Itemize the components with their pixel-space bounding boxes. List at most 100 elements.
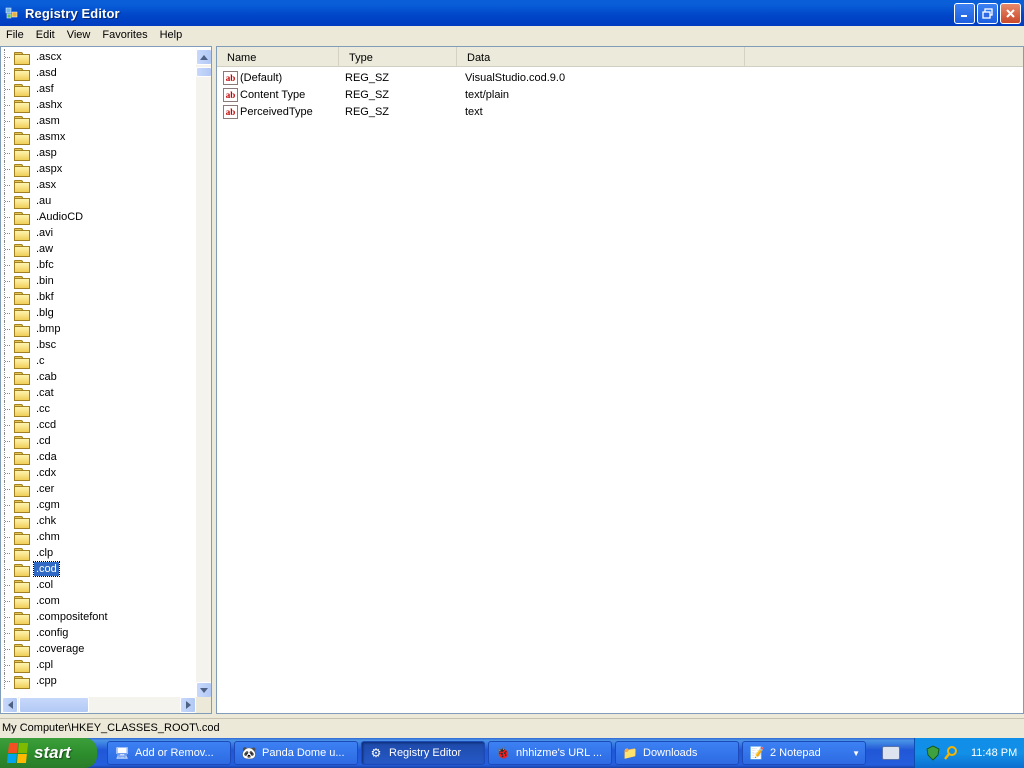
close-icon	[1006, 9, 1015, 18]
tree-item[interactable]: .com	[1, 593, 195, 609]
tree-item-label: .cer	[36, 483, 55, 495]
values-list-pane[interactable]: Name Type Data ab (Default) REG_SZ Visual…	[216, 46, 1024, 714]
taskbar-button[interactable]: 📁 Downloads	[615, 741, 739, 765]
list-item[interactable]: ab Content Type REG_SZ text/plain	[217, 86, 1023, 103]
tree-item[interactable]: .ashx	[1, 97, 195, 113]
tree-item[interactable]: .cpp	[1, 673, 195, 689]
tree-item[interactable]: .asf	[1, 81, 195, 97]
tree-vertical-scrollbar[interactable]	[196, 49, 211, 698]
folder-icon	[13, 355, 30, 369]
tree-item[interactable]: .bkf	[1, 289, 195, 305]
tree-item[interactable]: .bmp	[1, 321, 195, 337]
tree-item[interactable]: .asmx	[1, 129, 195, 145]
menu-view[interactable]: View	[61, 29, 97, 41]
list-item[interactable]: ab (Default) REG_SZ VisualStudio.cod.9.0	[217, 69, 1023, 86]
shield-icon[interactable]	[925, 745, 941, 761]
tree-item[interactable]: .aspx	[1, 161, 195, 177]
tree-item[interactable]: .cd	[1, 433, 195, 449]
url-icon: 🐞	[495, 746, 511, 760]
folder-icon	[13, 307, 30, 321]
tree-item[interactable]: .chk	[1, 513, 195, 529]
scroll-right-button[interactable]	[180, 697, 196, 713]
tree-item[interactable]: .bfc	[1, 257, 195, 273]
tree-item-label: .bsc	[36, 339, 57, 351]
registry-tree-pane[interactable]: .ascx .asd .asf .ashx .asm .asmx .asp .aspx .asx…	[0, 46, 212, 714]
chevron-down-icon	[200, 687, 208, 693]
tree-item[interactable]: .ccd	[1, 417, 195, 433]
tree-connector	[4, 513, 12, 529]
folder-icon	[13, 339, 30, 353]
menu-help[interactable]: Help	[154, 29, 189, 41]
menu-favorites[interactable]: Favorites	[96, 29, 153, 41]
scroll-up-button[interactable]	[196, 49, 211, 65]
close-button[interactable]	[1000, 3, 1021, 24]
tree-item[interactable]: .ascx	[1, 49, 195, 65]
menu-edit[interactable]: Edit	[30, 29, 61, 41]
tree-item[interactable]: .compositefont	[1, 609, 195, 625]
keyboard-language-icon[interactable]	[882, 746, 900, 760]
folder-icon	[13, 419, 30, 433]
tree-item-label: .aw	[36, 243, 54, 255]
scroll-left-button[interactable]	[2, 697, 18, 713]
tree-item[interactable]: .blg	[1, 305, 195, 321]
tree-item[interactable]: .bin	[1, 273, 195, 289]
menu-file[interactable]: File	[0, 29, 30, 41]
column-header-type[interactable]: Type	[339, 47, 457, 67]
taskbar-button[interactable]: 🖥 Add or Remov...	[107, 741, 231, 765]
scroll-down-button[interactable]	[196, 682, 211, 698]
tree-item[interactable]: .col	[1, 577, 195, 593]
horizontal-scroll-thumb[interactable]	[19, 697, 89, 713]
tree-item-label: .aspx	[36, 163, 63, 175]
tree-item[interactable]: .asx	[1, 177, 195, 193]
tree-item[interactable]: .cab	[1, 369, 195, 385]
folder-icon	[13, 483, 30, 497]
tree-item[interactable]: .cpl	[1, 657, 195, 673]
tree-item[interactable]: .c	[1, 353, 195, 369]
tree-item[interactable]: .avi	[1, 225, 195, 241]
tree-item[interactable]: .asp	[1, 145, 195, 161]
column-header-name[interactable]: Name	[217, 47, 339, 67]
tree-connector	[4, 337, 12, 353]
tree-horizontal-scrollbar[interactable]	[2, 697, 196, 713]
taskbar-button[interactable]: 🐼 Panda Dome u...	[234, 741, 358, 765]
tree-item[interactable]: .cod	[1, 561, 195, 577]
taskbar-button-label: Panda Dome u...	[262, 747, 345, 759]
tree-item[interactable]: .coverage	[1, 641, 195, 657]
tree-item-label: .avi	[36, 227, 54, 239]
taskbar-button[interactable]: 📝 2 Notepad ▼	[742, 741, 866, 765]
search-icon[interactable]	[943, 745, 959, 761]
tree-item[interactable]: .asm	[1, 113, 195, 129]
tree-item[interactable]: .config	[1, 625, 195, 641]
tree-item-label: .asf	[36, 83, 54, 95]
tree-connector	[4, 609, 12, 625]
start-button[interactable]: start	[0, 738, 97, 768]
restore-button[interactable]	[977, 3, 998, 24]
tree-item-label: .au	[36, 195, 52, 207]
tree-item[interactable]: .cc	[1, 401, 195, 417]
tree-item[interactable]: .AudioCD	[1, 209, 195, 225]
tree-item[interactable]: .cda	[1, 449, 195, 465]
scroll-thumb[interactable]	[196, 67, 211, 77]
tree-item[interactable]: .cer	[1, 481, 195, 497]
list-item[interactable]: ab PerceivedType REG_SZ text	[217, 103, 1023, 120]
tree-item-label: .cpl	[36, 659, 54, 671]
tree-item[interactable]: .chm	[1, 529, 195, 545]
taskbar-button[interactable]: 🐞 nhhizme's URL ...	[488, 741, 612, 765]
tree-item[interactable]: .cgm	[1, 497, 195, 513]
tree-item[interactable]: .clp	[1, 545, 195, 561]
tree-item[interactable]: .asd	[1, 65, 195, 81]
tree-item[interactable]: .au	[1, 193, 195, 209]
minimize-button[interactable]	[954, 3, 975, 24]
tree-item[interactable]: .cdx	[1, 465, 195, 481]
folder-icon	[13, 659, 30, 673]
tree-connector	[4, 353, 12, 369]
tree-item[interactable]: .aw	[1, 241, 195, 257]
tree-item[interactable]: .cat	[1, 385, 195, 401]
taskbar-button-label: Downloads	[643, 747, 698, 759]
tree-item[interactable]: .bsc	[1, 337, 195, 353]
column-header-filler	[745, 47, 1023, 67]
clock[interactable]: 11:48 PM	[971, 747, 1017, 759]
column-header-data[interactable]: Data	[457, 47, 745, 67]
folder-icon	[13, 675, 30, 689]
taskbar-button[interactable]: ⚙ Registry Editor	[361, 741, 485, 765]
